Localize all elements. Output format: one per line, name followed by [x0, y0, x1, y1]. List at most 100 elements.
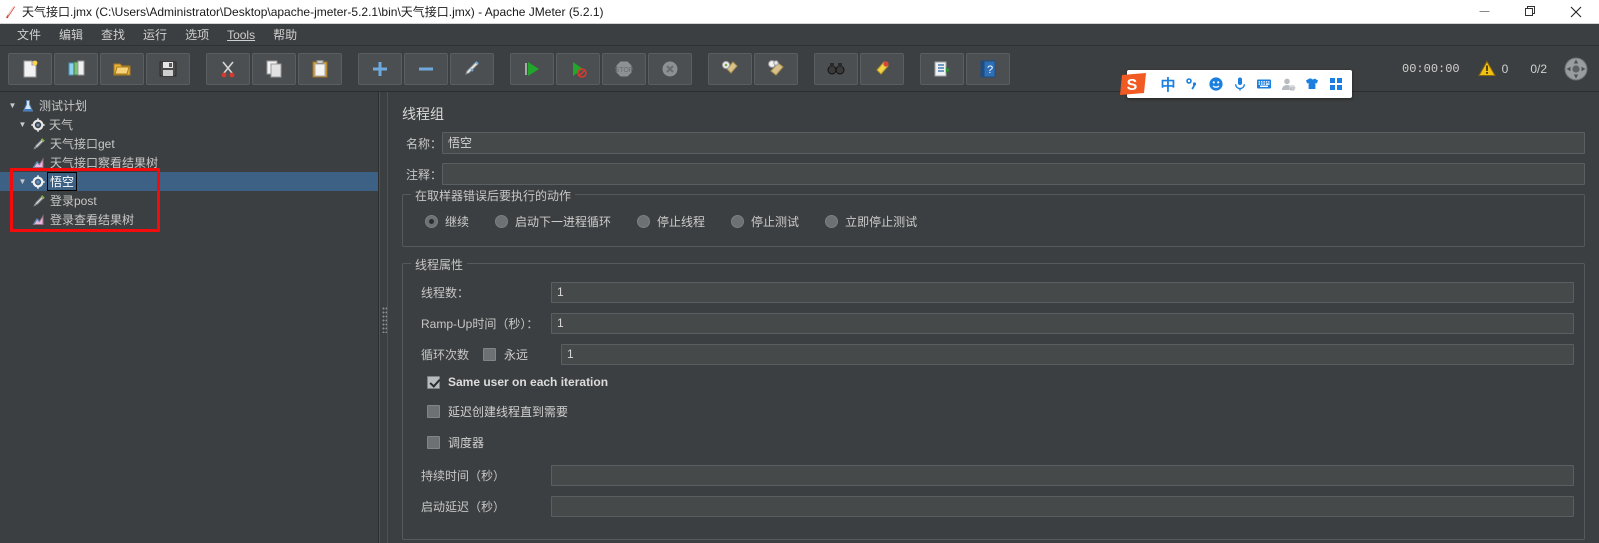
- radio-stop-test[interactable]: 停止测试: [731, 213, 799, 230]
- ime-voice-input[interactable]: [1229, 72, 1251, 96]
- expand-toggle-icon[interactable]: ▼: [16, 177, 29, 186]
- startup-delay-input[interactable]: [551, 496, 1574, 517]
- tree-node-weather-results[interactable]: 天气接口察看结果树: [0, 153, 378, 172]
- tree-node-label: 天气接口察看结果树: [50, 156, 159, 170]
- menu-edit[interactable]: 编辑: [50, 24, 92, 45]
- shutdown-button[interactable]: [648, 52, 692, 85]
- tree-node-label: 测试计划: [39, 99, 88, 113]
- sogou-s-logo[interactable]: S: [1117, 71, 1151, 97]
- toggle-button[interactable]: [450, 52, 494, 85]
- paste-button[interactable]: [298, 52, 342, 85]
- function-helper-button[interactable]: [920, 52, 964, 85]
- loop-forever-checkbox[interactable]: 永远: [483, 346, 551, 363]
- radio-label: 停止测试: [751, 215, 800, 229]
- menu-help[interactable]: 帮助: [264, 24, 306, 45]
- menu-run[interactable]: 运行: [134, 24, 176, 45]
- expand-toggle-icon[interactable]: ▼: [16, 120, 29, 129]
- checkbox-icon: [483, 348, 496, 361]
- window-title-bar: 天气接口.jmx (C:\Users\Administrator\Desktop…: [0, 0, 1599, 24]
- open-button[interactable]: [100, 52, 144, 85]
- checkbox-icon: [427, 405, 440, 418]
- view-results-tree-icon: [30, 213, 48, 227]
- comment-label: 注释：: [405, 167, 442, 182]
- ramp-up-input[interactable]: 1: [551, 313, 1574, 334]
- elapsed-time: 00:00:00: [1402, 61, 1460, 76]
- save-button[interactable]: [146, 52, 190, 85]
- ime-skin[interactable]: [1301, 72, 1323, 96]
- collapse-all-button[interactable]: [404, 52, 448, 85]
- tree-node-wukong-group[interactable]: ▼ 悟空: [0, 172, 378, 191]
- ime-emoji[interactable]: [1205, 72, 1227, 96]
- ime-items: 中 07: [1157, 72, 1347, 96]
- ime-punctuation-mode[interactable]: [1181, 72, 1203, 96]
- tree-node-test-plan[interactable]: ▼ 测试计划: [0, 96, 378, 115]
- startup-delay-row: 启动延迟（秒）: [413, 496, 1574, 517]
- panel-splitter[interactable]: [379, 92, 388, 543]
- expand-toggle-icon[interactable]: ▼: [6, 101, 19, 110]
- templates-button[interactable]: [54, 52, 98, 85]
- page-title: 线程组: [402, 106, 444, 122]
- menu-options[interactable]: 选项: [176, 24, 218, 45]
- comment-input[interactable]: [442, 163, 1585, 185]
- radio-continue[interactable]: 继续: [425, 213, 469, 230]
- radio-dot-icon: [637, 215, 651, 228]
- name-input[interactable]: 悟空: [442, 132, 1585, 154]
- stop-button[interactable]: STOP: [602, 52, 646, 85]
- menu-file[interactable]: 文件: [8, 24, 50, 45]
- workspace: ▼ 测试计划 ▼ 天气 天气接口get 天气接口察看结果树 ▼ 悟空 登录pos…: [0, 92, 1599, 543]
- reset-search-button[interactable]: [860, 52, 904, 85]
- ime-toolbox[interactable]: [1325, 72, 1347, 96]
- copy-button[interactable]: [252, 52, 296, 85]
- minimize-button[interactable]: [1461, 0, 1507, 24]
- jmeter-feather-icon: [0, 0, 22, 24]
- delay-thread-creation-checkbox[interactable]: 延迟创建线程直到需要: [413, 403, 1574, 420]
- sampler-error-action-legend: 在取样器错误后要执行的动作: [411, 187, 576, 204]
- num-threads-label: 线程数：: [421, 286, 470, 300]
- tree-node-login-results[interactable]: 登录查看结果树: [0, 210, 378, 229]
- tree-node-login-post[interactable]: 登录post: [0, 191, 378, 210]
- menu-tools[interactable]: Tools: [218, 26, 264, 44]
- menu-search[interactable]: 查找: [92, 24, 134, 45]
- same-user-checkbox[interactable]: Same user on each iteration: [413, 375, 1574, 389]
- clear-button[interactable]: [708, 52, 752, 85]
- sogou-ime-toolbar[interactable]: S 中 07: [1120, 70, 1352, 98]
- splitter-grip[interactable]: [382, 307, 387, 333]
- clear-all-button[interactable]: [754, 52, 798, 85]
- test-plan-tree-panel[interactable]: ▼ 测试计划 ▼ 天气 天气接口get 天气接口察看结果树 ▼ 悟空 登录pos…: [0, 92, 379, 543]
- tree-node-weather-group[interactable]: ▼ 天气: [0, 115, 378, 134]
- search-button[interactable]: [814, 52, 858, 85]
- expand-all-button[interactable]: [358, 52, 402, 85]
- radio-stop-thread[interactable]: 停止线程: [637, 213, 705, 230]
- num-threads-input[interactable]: 1: [551, 282, 1574, 303]
- delay-thread-creation-label: 延迟创建线程直到需要: [448, 405, 569, 419]
- menu-tools-label: Tools: [227, 27, 256, 42]
- radio-label: 立即停止测试: [845, 215, 918, 229]
- checkbox-icon: [427, 375, 440, 389]
- main-toolbar: STOP ? 00:00:00 0 0/2: [0, 46, 1599, 92]
- tree-node-label: 悟空: [47, 172, 78, 191]
- warning-triangle-icon[interactable]: [1477, 60, 1496, 77]
- name-label: 名称：: [405, 136, 442, 151]
- tree-node-weather-get[interactable]: 天气接口get: [0, 134, 378, 153]
- maximize-button[interactable]: [1507, 0, 1553, 24]
- ime-user-account[interactable]: 07: [1277, 72, 1299, 96]
- reset-gauge-icon[interactable]: [1563, 56, 1589, 82]
- duration-input[interactable]: [551, 465, 1574, 486]
- radio-start-next-loop[interactable]: 启动下一进程循环: [495, 213, 611, 230]
- radio-stop-test-now[interactable]: 立即停止测试: [825, 213, 917, 230]
- help-button[interactable]: ?: [966, 52, 1010, 85]
- close-button[interactable]: [1553, 0, 1599, 24]
- thread-group-icon: [29, 117, 47, 132]
- cut-button[interactable]: [206, 52, 250, 85]
- ime-soft-keyboard[interactable]: [1253, 72, 1275, 96]
- scheduler-checkbox[interactable]: 调度器: [413, 434, 1574, 451]
- ime-language-mode[interactable]: 中: [1157, 72, 1179, 96]
- thread-group-editor-panel: 线程组 名称： 悟空 注释： 在取样器错误后要执行的动作 继续 启动下一进程循环: [388, 92, 1599, 543]
- loop-forever-label: 永远: [504, 348, 529, 362]
- loop-count-input[interactable]: 1: [561, 344, 1574, 365]
- start-no-pauses-button[interactable]: [556, 52, 600, 85]
- start-button[interactable]: [510, 52, 554, 85]
- duration-label: 持续时间（秒）: [421, 469, 506, 483]
- tree-node-label: 登录post: [50, 194, 97, 208]
- new-button[interactable]: [8, 52, 52, 85]
